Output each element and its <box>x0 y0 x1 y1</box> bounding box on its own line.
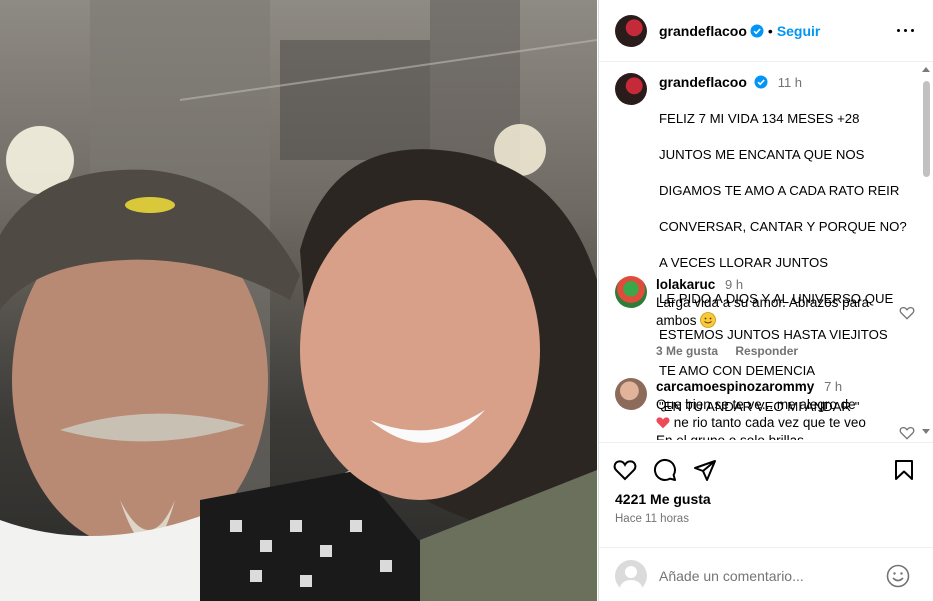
comment-item: lolakaruc 9 h Larga vida a su amor. Abra… <box>615 276 915 358</box>
commenter-avatar[interactable] <box>615 276 647 308</box>
smiling-face-emoji-icon <box>700 312 717 328</box>
verified-icon <box>754 75 768 89</box>
emoji-picker-icon[interactable] <box>886 564 910 588</box>
comment-input[interactable] <box>659 567 879 584</box>
caption-username[interactable]: grandeflacoo <box>659 74 747 90</box>
caption-line: DIGAMOS TE AMO A CADA RATO REIR <box>659 183 900 198</box>
add-comment-bar <box>599 547 933 601</box>
more-options-icon[interactable] <box>896 22 916 38</box>
comment-text-line: Larga vida a su amor. Abrazos para <box>656 295 870 310</box>
commenter-username[interactable]: lolakaruc <box>656 277 715 292</box>
author-username[interactable]: grandeflacoo <box>659 23 747 39</box>
comment-text-line: Que bien se te ve....me alegro de <box>656 397 856 412</box>
comments-scrollbar[interactable] <box>921 63 931 440</box>
likes-count[interactable]: 4221 Me gusta <box>615 491 711 507</box>
author-avatar[interactable] <box>615 14 647 47</box>
caption-line: A VECES LLORAR JUNTOS <box>659 255 829 270</box>
share-send-icon[interactable] <box>693 458 717 482</box>
post-age[interactable]: Hace 11 horas <box>615 513 689 525</box>
reply-button[interactable]: Responder <box>735 344 798 358</box>
like-comment-heart-icon[interactable] <box>899 426 915 440</box>
comment-time: 7 h <box>824 379 843 394</box>
like-comment-heart-icon[interactable] <box>899 306 915 320</box>
post-header: grandeflacoo • Seguir <box>599 0 933 62</box>
caption-line: JUNTOS ME ENCANTA QUE NOS <box>659 147 865 162</box>
separator-dot: • <box>767 22 773 39</box>
save-bookmark-icon[interactable] <box>892 458 916 482</box>
post-photo[interactable] <box>0 0 597 601</box>
caption-time: 11 h <box>777 75 803 90</box>
comment-text-line-cut: En el grupo o solo brillas <box>656 432 881 440</box>
comment-bubble-icon[interactable] <box>653 458 677 482</box>
caption-line: FELIZ 7 MI VIDA 134 MESES +28 <box>659 111 860 126</box>
comment-item: carcamoespinozarommy 7 h Que bien se te … <box>615 378 915 440</box>
comment-text-line2: ne rio tanto cada vez que te veo <box>656 414 881 432</box>
comment-text-word: ne rio tanto cada vez que te veo <box>673 415 866 430</box>
comment-text-word: ambos <box>656 313 697 328</box>
verified-icon <box>750 24 764 37</box>
commenter-username[interactable]: carcamoespinozarommy <box>656 379 814 394</box>
post-actions: 4221 Me gusta Hace 11 horas <box>599 442 933 601</box>
scrollbar-thumb[interactable] <box>923 81 930 177</box>
caption-line: CONVERSAR, CANTAR Y PORQUE NO? <box>659 219 907 234</box>
scroll-up-arrow[interactable] <box>922 67 930 72</box>
like-heart-icon[interactable] <box>613 458 637 482</box>
photo-illustration <box>0 0 597 601</box>
comment-text-line2: ambos <box>656 312 881 330</box>
commenter-avatar[interactable] <box>615 378 647 410</box>
comments-area[interactable]: grandeflacoo 11 h FELIZ 7 MI VIDA 134 ME… <box>599 63 933 440</box>
post-panel: grandeflacoo • Seguir grandeflacoo 11 h <box>598 0 933 601</box>
red-heart-emoji-icon <box>656 417 670 429</box>
comment-time: 9 h <box>725 277 744 292</box>
caption-author-avatar[interactable] <box>615 73 647 105</box>
comment-likes[interactable]: 3 Me gusta <box>656 344 718 358</box>
current-user-avatar <box>615 559 647 592</box>
scroll-down-arrow[interactable] <box>922 429 930 434</box>
follow-button[interactable]: Seguir <box>777 23 821 39</box>
